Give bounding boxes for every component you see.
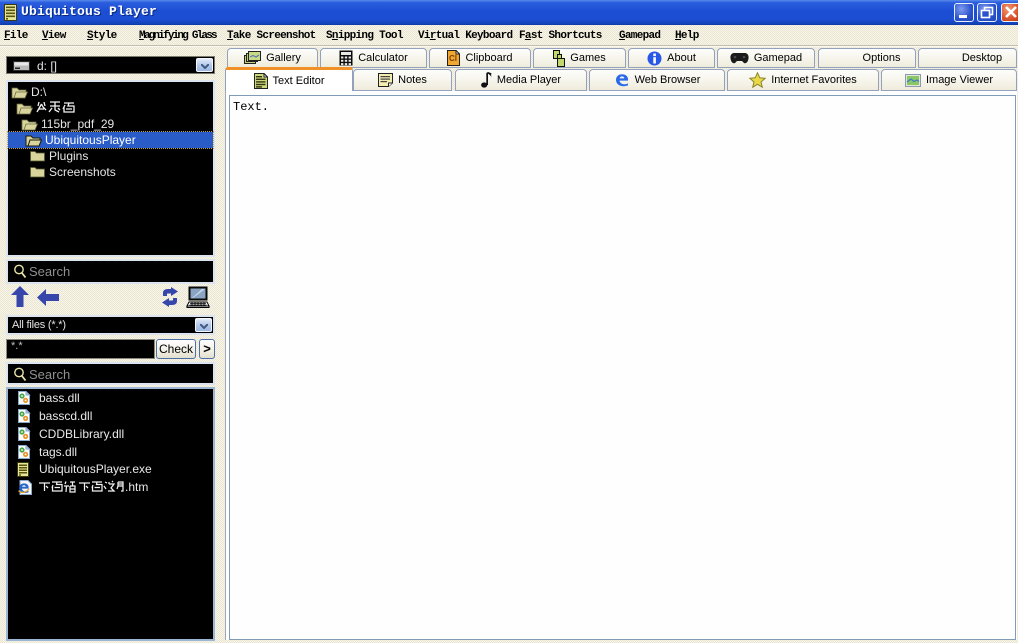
svg-text:Cl: Cl xyxy=(449,54,457,63)
